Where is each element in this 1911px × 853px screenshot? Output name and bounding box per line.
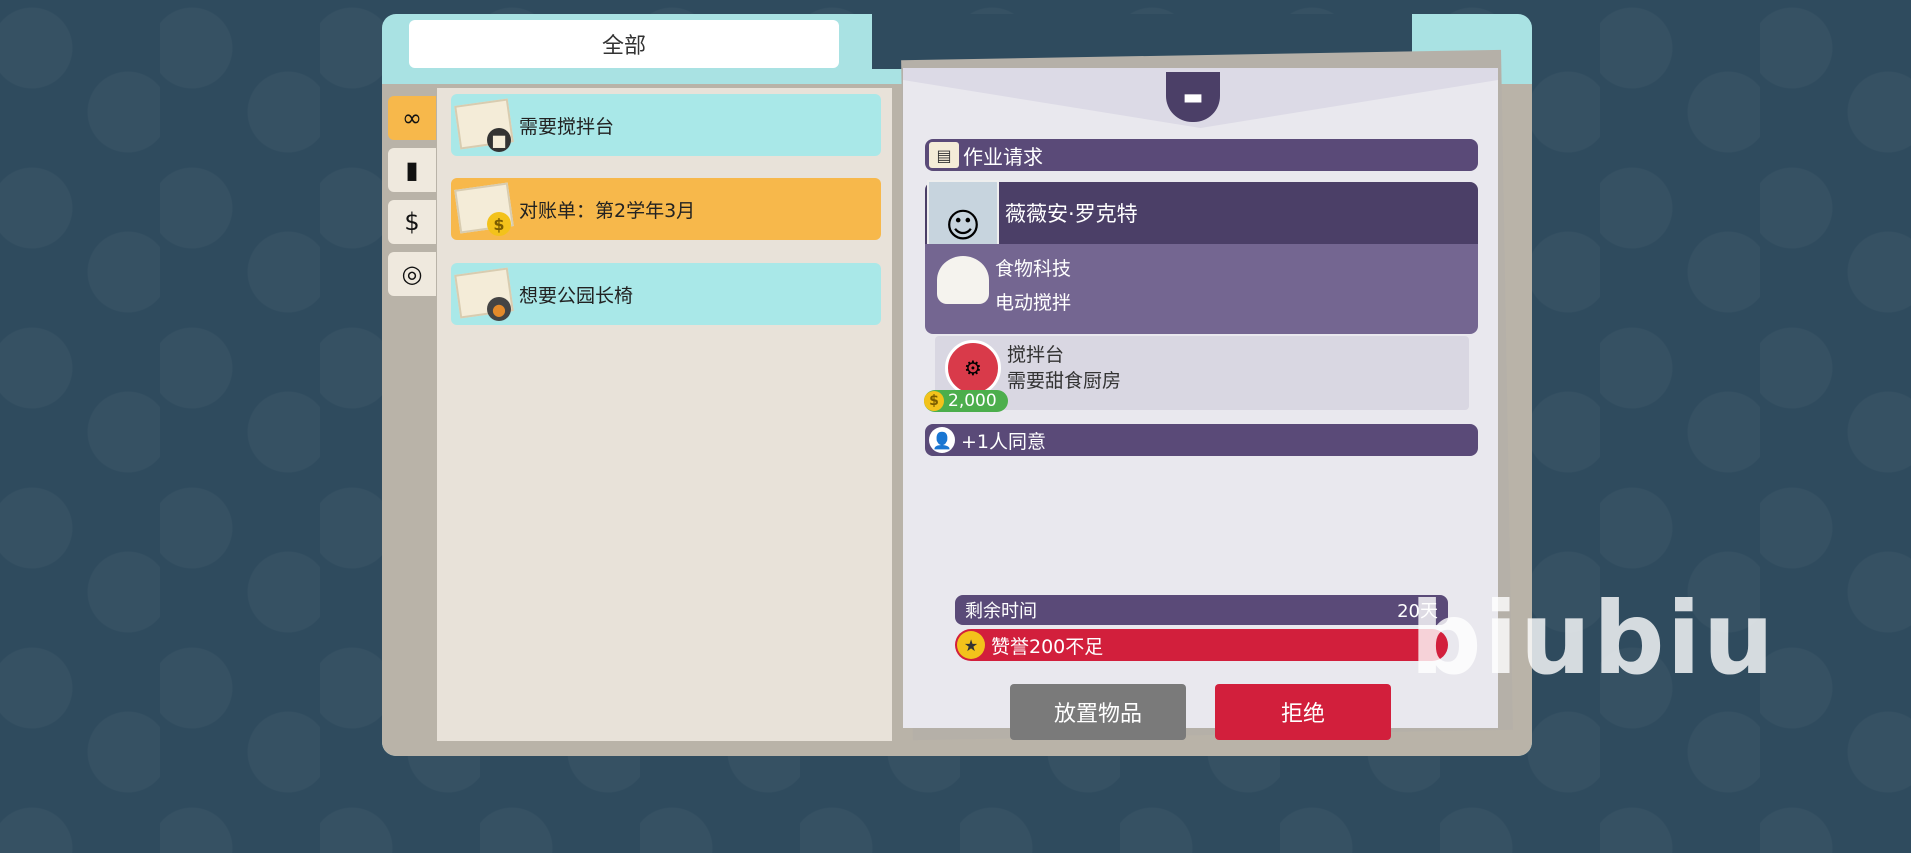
student-row: 薇薇安·罗克特	[925, 182, 1478, 244]
target-icon: ◎	[401, 260, 423, 288]
dollar-icon: $	[404, 208, 420, 236]
list-item-label: 对账单：第2学年3月	[519, 199, 696, 222]
price-badge: $ 2,000	[924, 390, 1008, 412]
coin-icon: $	[924, 391, 944, 411]
prestige-star-icon: ★	[957, 631, 985, 659]
envelope-icon: ●	[451, 263, 514, 325]
blackboard-icon: ■	[487, 128, 511, 152]
school-emblem-icon: ▬	[1148, 64, 1238, 130]
side-tabs: ∞ ▮ $ ◎	[388, 96, 436, 304]
tech-category: 食物科技	[995, 258, 1072, 280]
mixer-icon: ⚙	[945, 340, 1001, 396]
student-avatar: ☺	[927, 180, 999, 248]
request-header-label: 作业请求	[963, 144, 1043, 169]
list-item-label: 需要搅拌台	[519, 115, 615, 138]
tech-section: 食物科技 电动搅拌	[925, 244, 1478, 334]
tab-homework[interactable]: ▮	[388, 148, 436, 192]
item-name: 搅拌台	[1007, 344, 1065, 366]
place-item-button[interactable]: 放置物品	[1010, 684, 1186, 740]
envelope-icon: $	[451, 178, 514, 240]
tab-goals[interactable]: ◎	[388, 252, 436, 296]
student-name: 薇薇安·罗克特	[1005, 202, 1138, 226]
list-item[interactable]: ● 想要公园长椅	[451, 263, 881, 325]
book-icon: ▤	[929, 142, 959, 168]
book-icon: ▮	[405, 156, 419, 184]
person-icon: 👤	[929, 427, 955, 453]
target-badge-icon: ●	[487, 297, 511, 321]
coin-icon: $	[487, 212, 511, 236]
time-label: 剩余时间	[965, 601, 1037, 622]
reject-button[interactable]: 拒绝	[1215, 684, 1391, 740]
prestige-text: 赞誉200不足	[991, 635, 1104, 658]
tech-name: 电动搅拌	[995, 292, 1072, 314]
prestige-warning: ★ 赞誉200不足	[955, 629, 1448, 661]
item-card: ⚙ 搅拌台 需要甜食厨房	[935, 336, 1469, 410]
list-item-label: 想要公园长椅	[519, 284, 634, 307]
list-item[interactable]: ■ 需要搅拌台	[451, 94, 881, 156]
request-header: ▤ 作业请求	[925, 139, 1478, 171]
chef-hat-icon	[937, 256, 989, 304]
watermark: biubiu	[1410, 580, 1777, 697]
list-item[interactable]: $ 对账单：第2学年3月	[451, 178, 881, 240]
envelope-icon: ■	[451, 94, 514, 156]
agree-label: +1人同意	[961, 430, 1047, 453]
time-remaining-bar: 剩余时间 20天	[955, 595, 1448, 625]
agree-bar: 👤 +1人同意	[925, 424, 1478, 456]
category-selector[interactable]: 全部	[409, 20, 839, 68]
item-requirement: 需要甜食厨房	[1007, 370, 1122, 392]
tab-all[interactable]: ∞	[388, 96, 436, 140]
price-value: 2,000	[948, 391, 997, 411]
tab-finance[interactable]: $	[388, 200, 436, 244]
infinity-icon: ∞	[402, 104, 422, 132]
